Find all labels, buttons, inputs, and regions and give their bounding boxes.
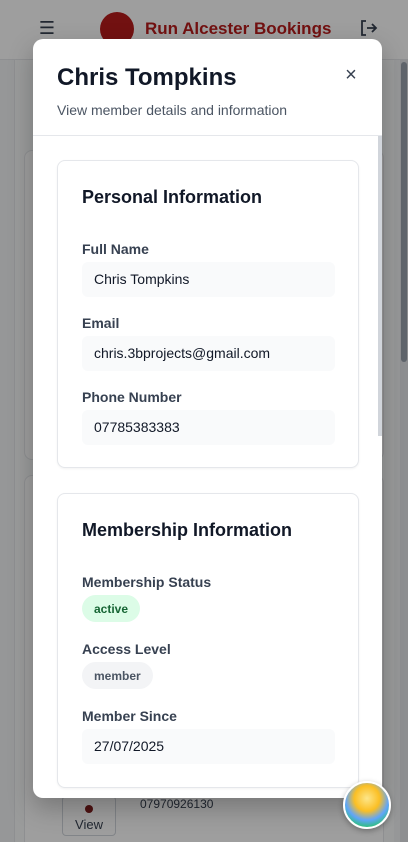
dialog-subtitle: View member details and information <box>57 102 288 118</box>
membership-status-label: Membership Status <box>82 574 212 590</box>
membership-information-section: Membership Information Membership Status… <box>57 493 359 788</box>
member-since-label: Member Since <box>82 708 177 724</box>
dialog-title: Chris Tompkins <box>57 64 237 91</box>
member-since-value: 27/07/2025 <box>82 729 335 764</box>
full-name-value: Chris Tompkins <box>82 262 335 297</box>
access-level-label: Access Level <box>82 641 171 657</box>
dialog-header: Chris Tompkins View member details and i… <box>33 39 382 136</box>
close-icon[interactable]: × <box>342 65 360 85</box>
section-title: Membership Information <box>82 520 293 540</box>
full-name-label: Full Name <box>82 241 149 257</box>
phone-label: Phone Number <box>82 389 182 405</box>
member-details-dialog: Chris Tompkins View member details and i… <box>33 39 382 798</box>
avatar-icon[interactable] <box>343 781 391 829</box>
dialog-scrollbar[interactable] <box>378 136 382 436</box>
phone-value: 07785383383 <box>82 410 335 445</box>
status-badge: active <box>82 595 141 622</box>
email-label: Email <box>82 315 120 331</box>
email-value: chris.3bprojects@gmail.com <box>82 336 335 371</box>
section-title: Personal Information <box>82 187 263 207</box>
personal-information-section: Personal Information Full Name Chris Tom… <box>57 160 359 468</box>
access-level-badge: member <box>82 662 153 689</box>
